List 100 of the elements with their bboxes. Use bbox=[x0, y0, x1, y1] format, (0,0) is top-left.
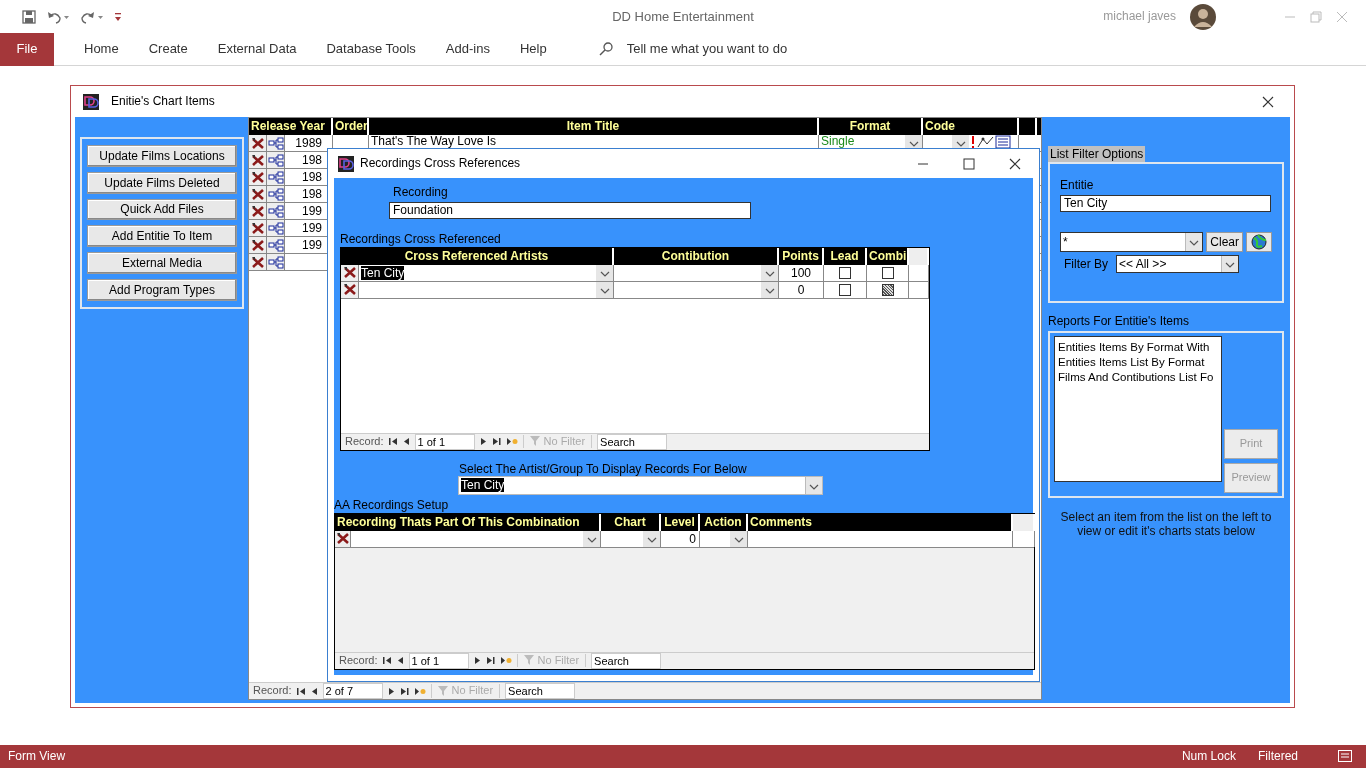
next-record-button[interactable] bbox=[479, 437, 487, 447]
cross-icon bbox=[250, 204, 265, 218]
section-label: Recordings Cross Referenced bbox=[340, 232, 501, 247]
column-header: Order bbox=[333, 118, 369, 135]
hierarchy-icon bbox=[267, 204, 284, 218]
hierarchy-icon bbox=[267, 187, 284, 201]
customize-caret-icon[interactable] bbox=[114, 11, 122, 22]
list-item[interactable]: Entities Items List By Format bbox=[1058, 354, 1205, 370]
hierarchy-icon bbox=[267, 136, 284, 150]
undo-icon[interactable] bbox=[46, 9, 70, 24]
ribbon-tab[interactable]: External Data bbox=[217, 41, 297, 57]
column-header: Points bbox=[779, 247, 824, 265]
action-button[interactable]: Update Films Deleted bbox=[87, 171, 237, 194]
search-combo[interactable]: * bbox=[1060, 231, 1204, 252]
table-cell: 1989 bbox=[295, 136, 322, 150]
checkbox[interactable] bbox=[881, 283, 894, 296]
record-label: Record: bbox=[339, 653, 378, 668]
hierarchy-icon bbox=[267, 170, 284, 184]
record-number-field[interactable]: 1 of 1 bbox=[414, 433, 475, 450]
record-number-field[interactable]: 1 of 1 bbox=[408, 652, 469, 669]
search-field[interactable]: Search bbox=[591, 652, 662, 669]
ribbon-tab[interactable]: Database Tools bbox=[326, 41, 416, 57]
exclamation-icon bbox=[969, 135, 977, 149]
field-label: Recording bbox=[393, 185, 448, 200]
window-title: DD Home Entertainment bbox=[612, 8, 754, 24]
tell-me-field[interactable]: Tell me what you want to do bbox=[626, 41, 788, 57]
form-view-icon[interactable] bbox=[1338, 750, 1352, 763]
recording-field[interactable]: Foundation bbox=[389, 202, 751, 220]
action-button[interactable]: Add Program Types bbox=[87, 279, 237, 301]
clear-button[interactable]: Clear bbox=[1206, 231, 1243, 252]
close-icon[interactable] bbox=[1262, 95, 1274, 108]
globe-button[interactable] bbox=[1246, 231, 1272, 252]
action-button[interactable]: Add Entitie To Item bbox=[87, 225, 237, 248]
previous-record-button[interactable] bbox=[402, 437, 410, 447]
avatar-icon bbox=[1190, 3, 1216, 30]
section-label: Reports For Entitie's Items bbox=[1048, 314, 1190, 329]
checkbox[interactable] bbox=[881, 266, 894, 279]
first-record-button[interactable] bbox=[382, 656, 392, 666]
hierarchy-icon bbox=[267, 153, 284, 167]
last-record-button[interactable] bbox=[399, 686, 409, 696]
new-record-button[interactable] bbox=[499, 656, 512, 666]
table-cell: 198 bbox=[301, 153, 322, 167]
checkbox[interactable] bbox=[839, 266, 851, 279]
action-button[interactable]: Update Films Locations bbox=[87, 145, 237, 167]
hierarchy-icon bbox=[267, 255, 284, 269]
dropdown-button[interactable] bbox=[1221, 255, 1238, 272]
next-record-button[interactable] bbox=[387, 686, 395, 696]
cross-icon bbox=[250, 255, 265, 269]
artist-select-combo[interactable]: Ten City bbox=[458, 476, 823, 496]
checkbox[interactable] bbox=[839, 283, 851, 296]
view-status: Form View bbox=[8, 749, 66, 764]
cross-icon bbox=[250, 170, 265, 184]
ribbon-tab[interactable]: Create bbox=[148, 41, 188, 57]
cross-icon bbox=[250, 136, 265, 150]
first-record-button[interactable] bbox=[388, 437, 398, 447]
entitie-field[interactable]: Ten City bbox=[1060, 194, 1271, 212]
new-record-button[interactable] bbox=[413, 686, 426, 696]
cross-icon bbox=[335, 532, 350, 546]
record-label: Record: bbox=[253, 684, 292, 698]
field-label: Filter By bbox=[1064, 256, 1108, 271]
previous-record-button[interactable] bbox=[396, 656, 404, 666]
format-combo[interactable]: Single bbox=[819, 135, 905, 151]
last-record-button[interactable] bbox=[491, 437, 501, 447]
artist-combo[interactable]: Ten City bbox=[361, 265, 405, 280]
table-cell: 198 bbox=[301, 187, 322, 201]
filter-by-combo[interactable]: << All >> bbox=[1116, 254, 1239, 273]
table-cell: 0 bbox=[797, 282, 805, 297]
list-item[interactable]: Films And Contibutions List Fo bbox=[1058, 369, 1214, 385]
cross-icon bbox=[342, 266, 357, 280]
ribbon-tab[interactable]: Add-ins bbox=[445, 41, 490, 57]
status-indicator: Filtered bbox=[1258, 749, 1298, 764]
search-icon bbox=[598, 42, 613, 56]
search-field[interactable]: Search bbox=[505, 683, 576, 699]
ribbon-tab[interactable]: Home bbox=[84, 41, 119, 57]
chart-icon bbox=[977, 135, 995, 149]
list-item[interactable]: Entities Items By Format With bbox=[1058, 339, 1210, 355]
ribbon-tab[interactable]: Help bbox=[519, 41, 547, 57]
redo-icon[interactable] bbox=[80, 9, 104, 24]
action-button[interactable]: External Media bbox=[87, 252, 237, 275]
next-record-button[interactable] bbox=[473, 656, 481, 666]
file-tab[interactable]: File bbox=[0, 32, 54, 66]
save-icon[interactable] bbox=[22, 9, 36, 24]
first-record-button[interactable] bbox=[296, 686, 306, 696]
dialog-title: Recordings Cross References bbox=[360, 156, 521, 171]
table-cell: 199 bbox=[301, 221, 322, 235]
logo-icon bbox=[83, 93, 99, 110]
search-field[interactable]: Search bbox=[597, 433, 668, 450]
dropdown-button[interactable] bbox=[1185, 232, 1203, 251]
status-indicator: Num Lock bbox=[1181, 749, 1236, 764]
form-title: Enitie's Chart Items bbox=[111, 94, 215, 109]
new-record-button[interactable] bbox=[505, 437, 518, 447]
last-record-button[interactable] bbox=[485, 656, 495, 666]
record-number-field[interactable]: 2 of 7 bbox=[322, 683, 383, 699]
maximize-icon[interactable] bbox=[963, 157, 975, 170]
close-icon[interactable] bbox=[1009, 157, 1021, 170]
funnel-icon bbox=[529, 436, 542, 448]
action-button[interactable]: Quick Add Files bbox=[87, 198, 237, 221]
funnel-icon bbox=[523, 655, 536, 667]
globe-icon bbox=[1250, 233, 1268, 250]
previous-record-button[interactable] bbox=[310, 686, 318, 696]
